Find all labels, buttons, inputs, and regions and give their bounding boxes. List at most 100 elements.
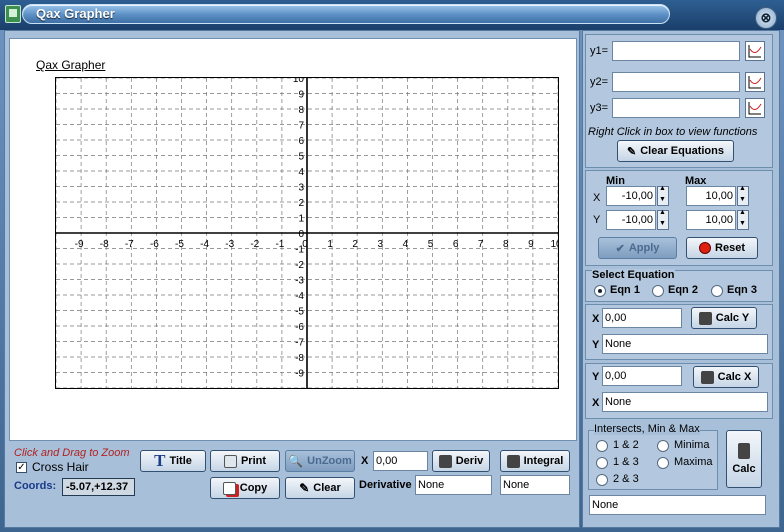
calc-x-result: None [602, 392, 768, 412]
crosshair-checkbox[interactable]: ✓ [16, 462, 27, 473]
clear-equations-button[interactable]: ✎ Clear Equations [617, 140, 734, 162]
clear-button-label: Clear [313, 482, 341, 494]
coords-label: Coords: [14, 480, 57, 492]
y-tick-label: 4 [298, 167, 304, 178]
app-icon [5, 5, 21, 23]
y-max-spinner[interactable] [737, 209, 749, 230]
title-bar[interactable]: Qax Grapher ⊗ [0, 0, 784, 30]
y2-input[interactable] [612, 72, 740, 92]
y-tick-label: -8 [295, 353, 304, 364]
maxima-radio[interactable] [657, 457, 669, 469]
graph-y2-icon[interactable] [745, 72, 765, 92]
derivative-label: Derivative [359, 479, 412, 491]
print-button[interactable]: Print [210, 450, 280, 472]
reset-button[interactable]: Reset [686, 237, 758, 259]
x-tick-label: 1 [327, 239, 333, 250]
unzoom-button[interactable]: 🔍 UnZoom [285, 450, 355, 472]
x-tick-label: 2 [352, 239, 358, 250]
title-button-label: Title [169, 455, 192, 467]
y-tick-label: 9 [298, 90, 304, 101]
calc-x-y-input[interactable]: 0,00 [602, 366, 682, 386]
y3-input[interactable] [612, 98, 740, 118]
unzoom-button-label: UnZoom [307, 455, 352, 467]
x-tick-label: -8 [100, 239, 109, 250]
app-window: Qax Grapher ⊗ Qax Grapher -9 -8 -7 -6 -5 -4 -3… [0, 0, 784, 532]
eqn2-radio[interactable] [652, 285, 664, 297]
x-tick-label: 7 [478, 239, 484, 250]
copy-button[interactable]: Copy [210, 477, 280, 499]
title-pill [22, 4, 670, 24]
y-tick-label: 3 [298, 183, 304, 194]
calc-y-x-input[interactable]: 0,00 [602, 308, 682, 328]
calc-y-button[interactable]: Calc Y [691, 307, 757, 329]
y-tick-label: -4 [295, 291, 304, 302]
integral-button[interactable]: Integral [500, 450, 570, 472]
y-tick-label: 7 [298, 121, 304, 132]
deriv-button-label: Deriv [455, 455, 484, 467]
select-equation-title: Select Equation [592, 269, 675, 281]
minima-label: Minima [674, 439, 710, 451]
intersect-1-3-radio[interactable] [596, 457, 608, 469]
minima-radio[interactable] [657, 440, 669, 452]
copy-icon [222, 481, 236, 495]
eqn3-label: Eqn 3 [727, 284, 757, 296]
intersect-calc-button[interactable]: Calc [726, 430, 762, 488]
printer-icon [223, 454, 237, 468]
reset-button-label: Reset [715, 242, 745, 254]
intersects-title: Intersects, Min & Max [594, 423, 700, 435]
apply-button-label: Apply [628, 242, 660, 254]
copy-button-label: Copy [239, 482, 268, 494]
y-max-input[interactable]: 10,00 [686, 210, 736, 230]
x-tick-label: 4 [403, 239, 409, 250]
x-label: X [361, 455, 369, 467]
clear-equations-label: Clear Equations [640, 145, 724, 157]
intersect-1-2-radio[interactable] [596, 440, 608, 452]
calc-y-y-label: Y [592, 339, 600, 351]
close-button[interactable]: ⊗ [755, 7, 777, 29]
x-tick-label: -4 [200, 239, 209, 250]
intersect-2-3-radio[interactable] [596, 474, 608, 486]
y1-input[interactable] [612, 41, 740, 61]
x-tick-label: 6 [453, 239, 459, 250]
y-tick-label: -3 [295, 276, 304, 287]
eqn3-radio[interactable] [711, 285, 723, 297]
zoom-hint: Click and Drag to Zoom [14, 447, 130, 459]
x-max-spinner[interactable] [737, 185, 749, 206]
y-min-spinner[interactable] [657, 209, 669, 230]
eqn2-label: Eqn 2 [668, 284, 698, 296]
stop-icon [699, 242, 712, 254]
x-min-spinner[interactable] [657, 185, 669, 206]
x-tick-label: -5 [175, 239, 184, 250]
title-button[interactable]: T Title [140, 450, 206, 472]
x-tick-label: 9 [528, 239, 534, 250]
y-tick-label: 6 [298, 136, 304, 147]
crosshair-label: Cross Hair [32, 460, 89, 474]
calc-y-result: None [602, 334, 768, 354]
x-input[interactable]: 0,00 [373, 451, 428, 471]
eqn1-radio[interactable] [594, 285, 606, 297]
graph-y3-icon[interactable] [745, 98, 765, 118]
coords-readout: -5.07,+12.37 [62, 478, 135, 496]
y-min-input[interactable]: -10,00 [606, 210, 656, 230]
maxima-label: Maxima [674, 456, 713, 468]
y-tick-label: 0 [298, 229, 304, 240]
x-min-input[interactable]: -10,00 [606, 186, 656, 206]
apply-button[interactable]: ✔ Apply [598, 237, 677, 259]
y-tick-label: 10 [293, 78, 305, 85]
deriv-button[interactable]: Deriv [432, 450, 490, 472]
x-tick-label: 8 [503, 239, 509, 250]
calc-x-y-label: Y [592, 371, 600, 383]
plot-svg[interactable]: -9 -8 -7 -6 -5 -4 -3 -2 -1 0 1 2 3 4 5 6 7 8 9 10 10 9 8 7 6 5 4 3 2… [55, 74, 562, 389]
graph-y1-icon[interactable] [745, 41, 765, 61]
x-tick-label: -7 [125, 239, 134, 250]
calculator-icon [698, 311, 712, 325]
x-tick-label: 10 [550, 239, 558, 250]
calc-x-button[interactable]: Calc X [693, 366, 759, 388]
calc-y-label: Calc Y [715, 312, 750, 324]
calculator-icon [738, 443, 750, 459]
plot-area[interactable]: -9 -8 -7 -6 -5 -4 -3 -2 -1 0 1 2 3 4 5 6 7 8 9 10 10 9 8 7 6 5 4 3 2… [55, 74, 562, 389]
x-max-input[interactable]: 10,00 [686, 186, 736, 206]
integral-button-label: Integral [523, 455, 564, 467]
clear-button[interactable]: ✎ Clear [285, 477, 355, 499]
intersect-2-3-label: 2 & 3 [613, 473, 639, 485]
